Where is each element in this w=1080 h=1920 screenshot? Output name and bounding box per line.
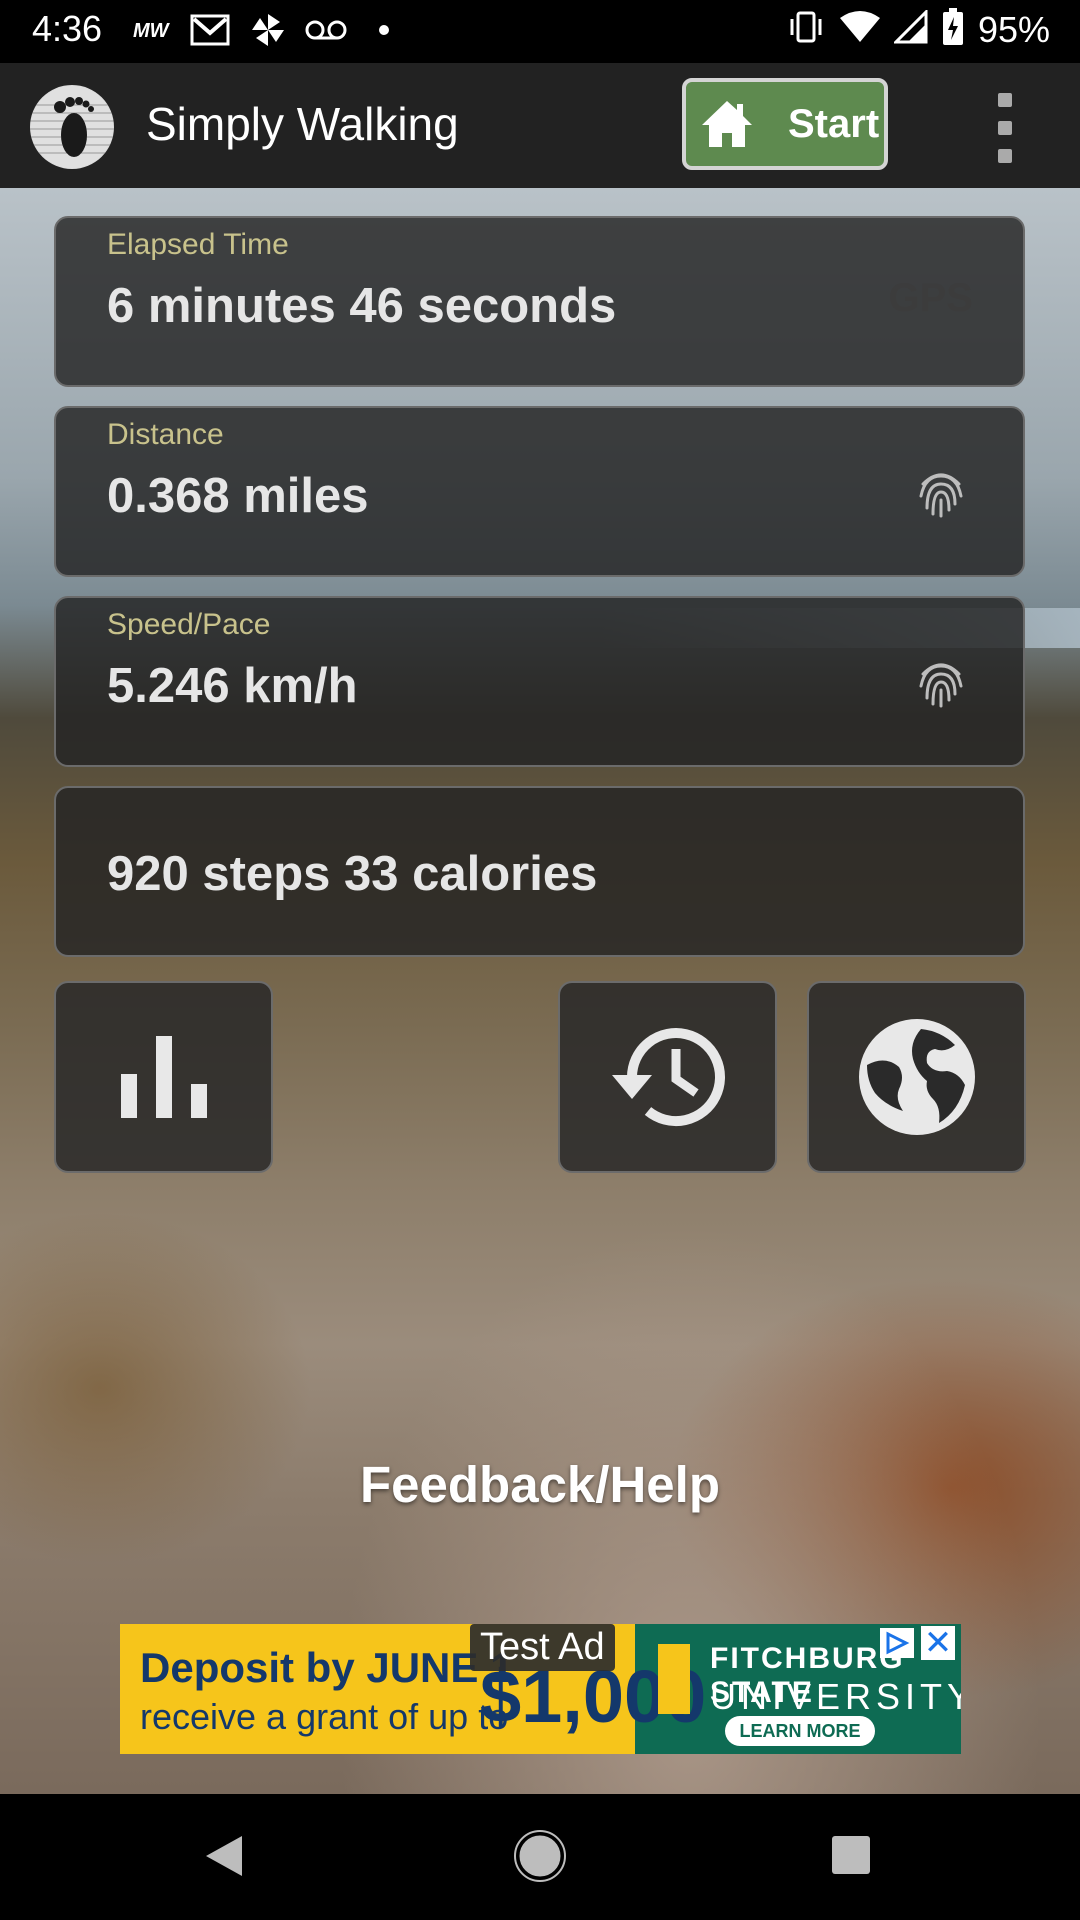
ad-close-icon[interactable]: ✕ <box>921 1626 955 1660</box>
start-label: Start <box>788 101 880 146</box>
steps-calories-value: 920 steps 33 calories <box>107 847 598 901</box>
distance-value: 0.368 miles <box>107 469 369 523</box>
voicemail-icon <box>305 10 347 50</box>
ad-headline: Deposit by JUNE 1 <box>140 1644 514 1691</box>
status-time: 4:36 <box>32 8 103 49</box>
app-title: Simply Walking <box>146 98 459 150</box>
speed-card[interactable]: Speed/Pace 5.246 km/h <box>54 596 1025 767</box>
home-icon <box>702 101 752 147</box>
map-button[interactable] <box>807 981 1026 1173</box>
globe-icon <box>858 1019 975 1135</box>
back-icon[interactable] <box>200 1832 248 1880</box>
elapsed-time-card[interactable]: Elapsed Time 6 minutes 46 seconds GPS <box>54 216 1025 387</box>
ad-banner[interactable]: Deposit by JUNE 1 receive a grant of up … <box>120 1624 961 1754</box>
elapsed-time-label: Elapsed Time <box>107 228 289 261</box>
fingerprint-icon[interactable] <box>915 464 967 520</box>
distance-label: Distance <box>107 418 224 451</box>
history-icon <box>611 1028 725 1126</box>
signal-icon <box>892 8 928 49</box>
vibrate-icon <box>786 9 826 50</box>
dot-icon <box>378 10 390 50</box>
history-button[interactable] <box>558 981 777 1173</box>
university-name-line2: UNIVERSITY <box>710 1676 961 1717</box>
speed-value: 5.246 km/h <box>107 659 358 713</box>
pinwheel-icon <box>250 10 286 50</box>
recents-icon[interactable] <box>830 1834 872 1876</box>
speed-label: Speed/Pace <box>107 608 271 641</box>
svg-text:MW: MW <box>133 20 171 42</box>
adchoices-icon[interactable] <box>880 1628 914 1658</box>
battery-percent: 95% <box>977 8 1050 50</box>
mw-icon: MW <box>133 10 173 50</box>
gps-indicator: GPS <box>888 276 973 320</box>
stats-button[interactable] <box>54 981 273 1173</box>
steps-calories-card[interactable]: 920 steps 33 calories <box>54 786 1025 957</box>
status-bar: 4:36 MW 95% <box>0 0 1080 63</box>
learn-more-button[interactable]: LEARN MORE <box>725 1716 875 1746</box>
elapsed-time-value: 6 minutes 46 seconds <box>107 279 617 333</box>
test-ad-label: Test Ad <box>470 1624 615 1671</box>
more-options-icon[interactable] <box>985 93 1025 163</box>
battery-icon <box>942 8 964 51</box>
ad-subline: receive a grant of up to <box>140 1696 509 1737</box>
feedback-help-link[interactable]: Feedback/Help <box>0 1455 1080 1514</box>
gmail-icon <box>190 10 230 50</box>
start-button[interactable]: Start <box>682 78 888 170</box>
wifi-icon <box>839 10 880 49</box>
navigation-bar <box>0 1794 1080 1920</box>
app-bar: Simply Walking Start <box>0 63 1080 191</box>
university-logo-icon <box>658 1644 690 1714</box>
distance-card[interactable]: Distance 0.368 miles <box>54 406 1025 577</box>
home-nav-icon[interactable] <box>514 1830 566 1882</box>
fingerprint-icon[interactable] <box>915 654 967 710</box>
footprint-logo-icon <box>30 85 114 169</box>
bar-chart-icon <box>120 1036 207 1118</box>
